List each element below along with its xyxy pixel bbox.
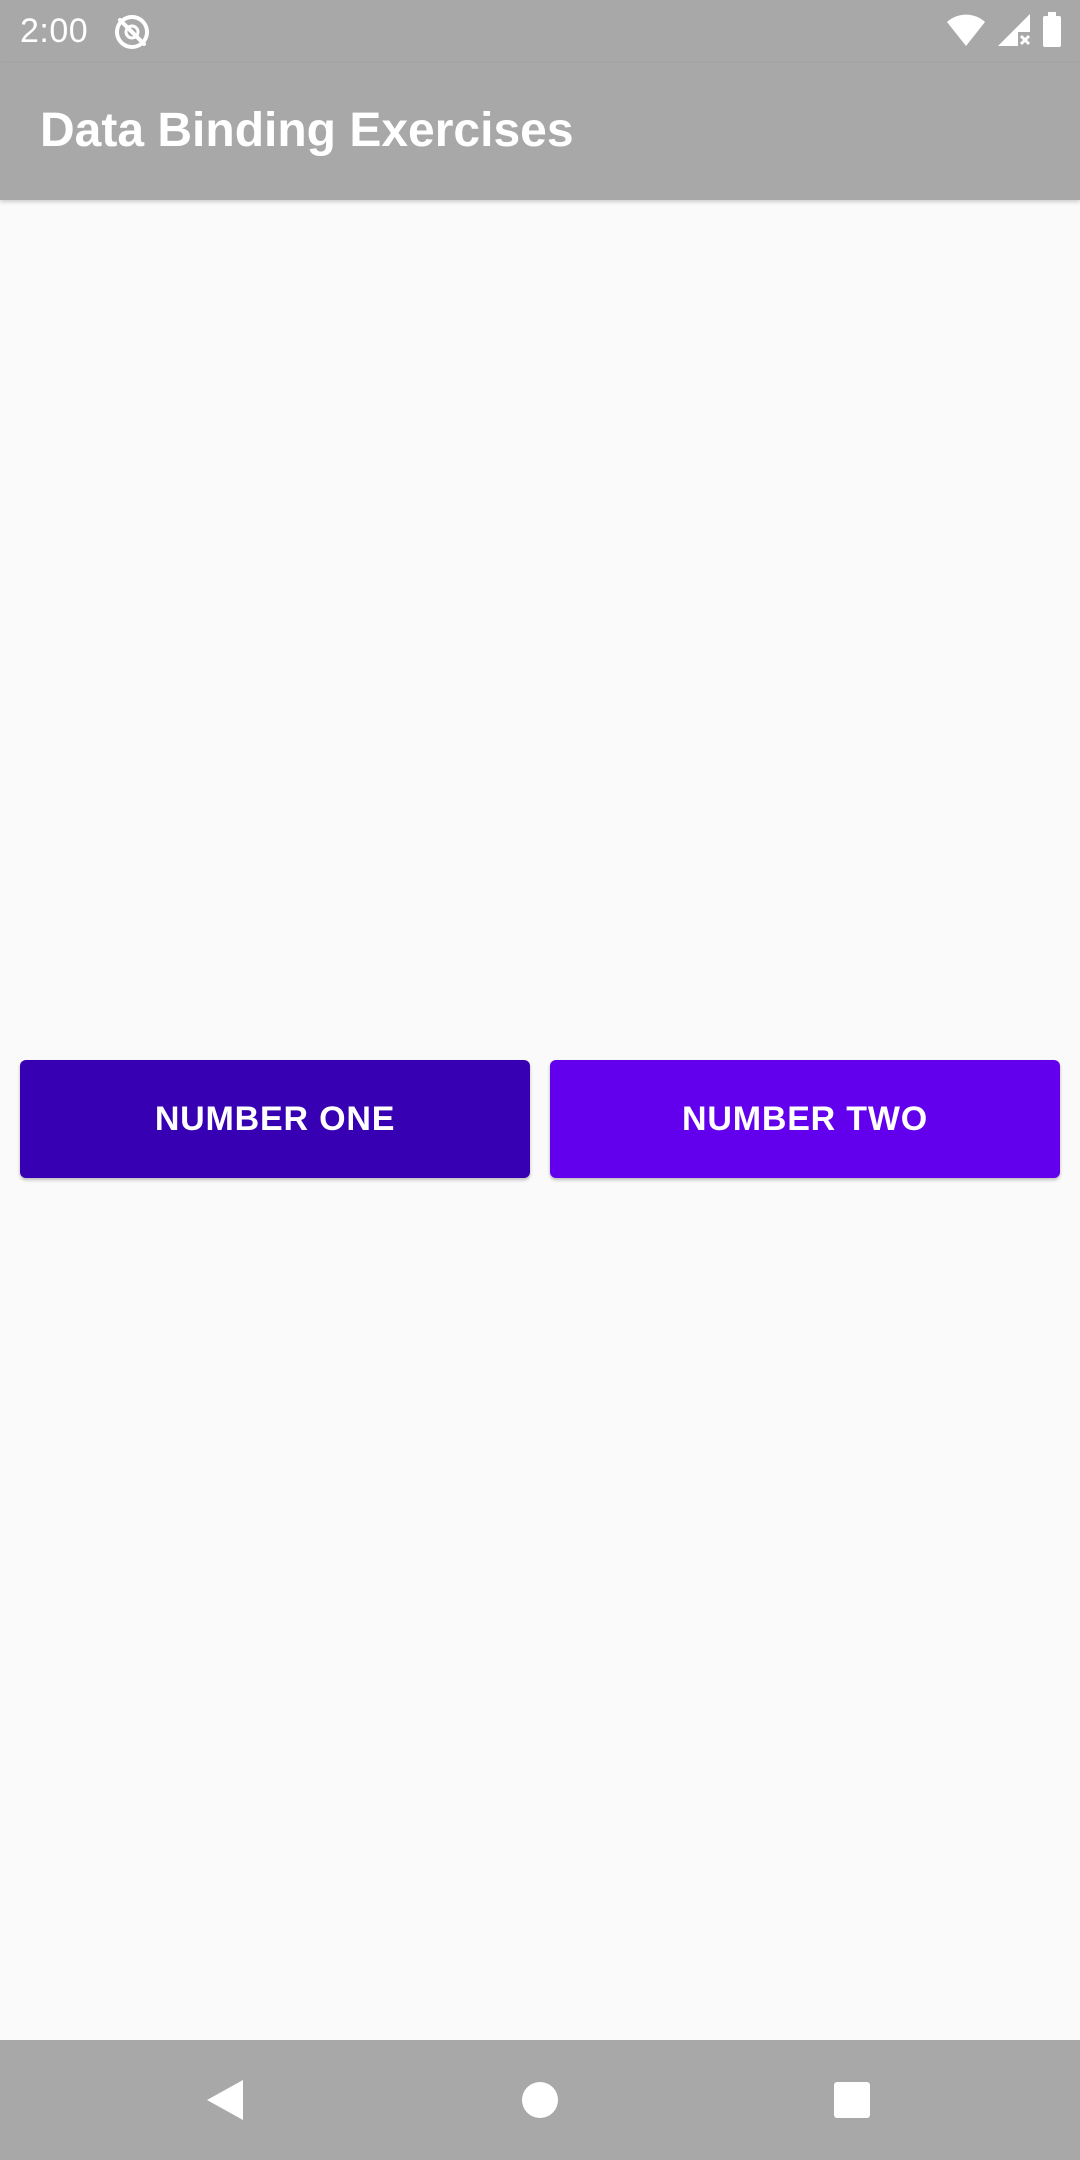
main-content: NUMBER ONE NUMBER TWO (0, 200, 1080, 2040)
number-one-button[interactable]: NUMBER ONE (20, 1060, 530, 1178)
status-time: 2:00 (20, 12, 89, 50)
back-button[interactable] (195, 2070, 255, 2130)
location-off-icon (112, 12, 152, 52)
home-icon (522, 2082, 558, 2118)
wifi-icon (946, 12, 986, 53)
app-bar: Data Binding Exercises (0, 63, 1080, 200)
status-icons (946, 11, 1062, 53)
app-title: Data Binding Exercises (40, 104, 574, 157)
number-two-button[interactable]: NUMBER TWO (550, 1060, 1060, 1178)
signal-no-data-icon (996, 12, 1032, 53)
battery-icon (1042, 11, 1062, 53)
navigation-bar (0, 2040, 1080, 2160)
home-button[interactable] (510, 2070, 570, 2130)
back-icon (207, 2080, 243, 2120)
recents-icon (834, 2082, 870, 2118)
recents-button[interactable] (822, 2070, 882, 2130)
status-bar: 2:00 (0, 0, 1080, 63)
